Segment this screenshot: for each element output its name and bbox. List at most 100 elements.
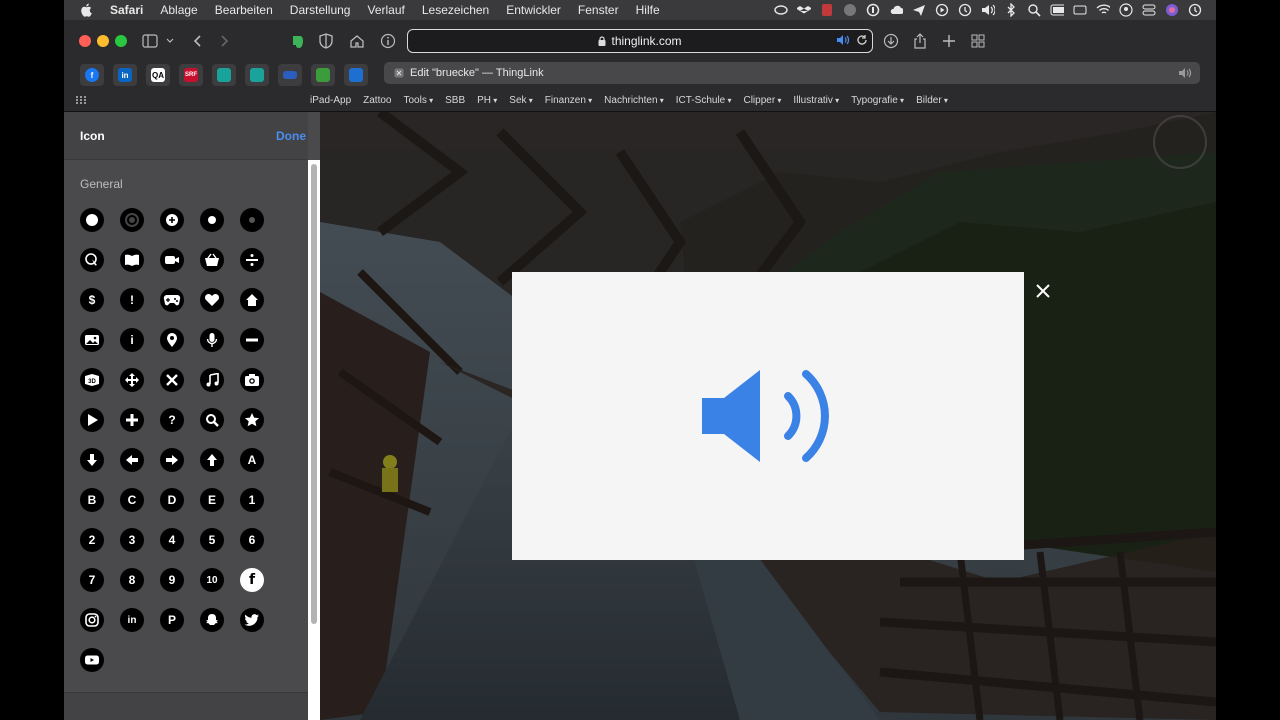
fav-facebook[interactable]: f: [80, 64, 104, 86]
minimize-window-button[interactable]: [97, 35, 109, 47]
plane-icon[interactable]: [912, 3, 926, 17]
arrow-up-icon[interactable]: [200, 448, 224, 472]
info-icon[interactable]: i: [120, 328, 144, 352]
chevron-down-icon[interactable]: [161, 32, 179, 50]
one-password-icon[interactable]: [866, 3, 880, 17]
fav-linkedin[interactable]: in: [113, 64, 137, 86]
twitter-icon[interactable]: [240, 608, 264, 632]
evernote-icon[interactable]: [288, 32, 306, 50]
book-icon[interactable]: [120, 248, 144, 272]
bookmark-nachrichten[interactable]: Nachrichten: [604, 95, 664, 106]
tab-audio-icon[interactable]: [836, 34, 850, 49]
reload-icon[interactable]: [856, 34, 868, 49]
tab-overview-icon[interactable]: [969, 32, 987, 50]
new-tab-icon[interactable]: [940, 32, 958, 50]
video-icon[interactable]: [160, 248, 184, 272]
number-1-icon[interactable]: 1: [240, 488, 264, 512]
back-icon[interactable]: [188, 32, 206, 50]
time-machine-icon[interactable]: [958, 3, 972, 17]
bookmark-sek[interactable]: Sek: [509, 95, 532, 106]
sidebar-toggle-icon[interactable]: [141, 32, 159, 50]
fav-teal-2[interactable]: [245, 64, 269, 86]
scrollbar-thumb[interactable]: [311, 164, 317, 624]
bookmark-finanzen[interactable]: Finanzen: [545, 95, 592, 106]
number-6-icon[interactable]: 6: [240, 528, 264, 552]
tab-speaker-icon[interactable]: [1178, 67, 1192, 82]
bookmark-illustrativ[interactable]: Illustrativ: [793, 95, 839, 106]
letter-c-icon[interactable]: C: [120, 488, 144, 512]
address-bar[interactable]: thinglink.com: [407, 29, 873, 53]
notification-icon[interactable]: [1188, 3, 1202, 17]
dollar-icon[interactable]: $: [80, 288, 104, 312]
search-icon[interactable]: [200, 408, 224, 432]
siri-icon[interactable]: [1165, 3, 1179, 17]
bookmark-tools[interactable]: Tools: [404, 95, 434, 106]
pinterest-icon[interactable]: P: [160, 608, 184, 632]
dot-ring-icon[interactable]: [120, 208, 144, 232]
done-button[interactable]: Done: [276, 129, 306, 143]
fav-qa[interactable]: QA: [146, 64, 170, 86]
bookmark-bilder[interactable]: Bilder: [916, 95, 948, 106]
menu-entwickler[interactable]: Entwickler: [506, 3, 561, 17]
tab-close-icon[interactable]: [394, 68, 404, 78]
play-icon[interactable]: [80, 408, 104, 432]
panel-scrollbar[interactable]: [308, 160, 320, 720]
dot-tiny-icon[interactable]: [240, 208, 264, 232]
wifi-icon[interactable]: [1096, 3, 1110, 17]
plus-circle-icon[interactable]: [160, 208, 184, 232]
home-icon[interactable]: [348, 32, 366, 50]
forward-icon[interactable]: [216, 32, 234, 50]
fav-green[interactable]: [311, 64, 335, 86]
number-2-icon[interactable]: 2: [80, 528, 104, 552]
zoom-window-button[interactable]: [115, 35, 127, 47]
close-window-button[interactable]: [79, 35, 91, 47]
youtube-icon[interactable]: [80, 648, 104, 672]
menu-bearbeiten[interactable]: Bearbeiten: [215, 3, 273, 17]
dropbox-icon[interactable]: [797, 3, 811, 17]
close-icon[interactable]: [160, 368, 184, 392]
bookmark-ict-schule[interactable]: ICT-Schule: [676, 95, 732, 106]
number-10-icon[interactable]: 10: [200, 568, 224, 592]
shield-icon[interactable]: [317, 32, 335, 50]
arrow-left-icon[interactable]: [120, 448, 144, 472]
user-icon[interactable]: [1119, 3, 1133, 17]
fav-outlook[interactable]: [344, 64, 368, 86]
number-5-icon[interactable]: 5: [200, 528, 224, 552]
dot-filled-icon[interactable]: [80, 208, 104, 232]
bookmark-zattoo[interactable]: Zattoo: [363, 95, 391, 106]
move-icon[interactable]: [120, 368, 144, 392]
image-icon[interactable]: [80, 328, 104, 352]
arrow-right-icon[interactable]: [160, 448, 184, 472]
dot-small-icon[interactable]: [200, 208, 224, 232]
share-icon[interactable]: [911, 32, 929, 50]
location-pin-icon[interactable]: [160, 328, 184, 352]
apple-icon[interactable]: [80, 3, 94, 17]
menu-darstellung[interactable]: Darstellung: [290, 3, 351, 17]
divide-icon[interactable]: [240, 248, 264, 272]
basket-icon[interactable]: [200, 248, 224, 272]
heart-icon[interactable]: [200, 288, 224, 312]
home-icon[interactable]: [240, 288, 264, 312]
creative-cloud-icon[interactable]: [774, 3, 788, 17]
number-8-icon[interactable]: 8: [120, 568, 144, 592]
info-icon[interactable]: [379, 32, 397, 50]
menu-ablage[interactable]: Ablage: [160, 3, 197, 17]
red-app-icon[interactable]: [820, 3, 834, 17]
active-tab[interactable]: Edit "bruecke" — ThingLink: [384, 62, 1200, 84]
number-9-icon[interactable]: 9: [160, 568, 184, 592]
exclamation-icon[interactable]: !: [120, 288, 144, 312]
apps-grid-icon[interactable]: [76, 96, 86, 107]
tap-icon[interactable]: [80, 248, 104, 272]
play-circle-icon[interactable]: [935, 3, 949, 17]
bookmark-typografie[interactable]: Typografie: [851, 95, 904, 106]
menu-lesezeichen[interactable]: Lesezeichen: [422, 3, 489, 17]
download-icon[interactable]: [882, 32, 900, 50]
bookmark-clipper[interactable]: Clipper: [743, 95, 781, 106]
instagram-icon[interactable]: [80, 608, 104, 632]
music-icon[interactable]: [200, 368, 224, 392]
fav-teal-1[interactable]: [212, 64, 236, 86]
letter-b-icon[interactable]: B: [80, 488, 104, 512]
menu-safari[interactable]: Safari: [110, 3, 143, 17]
letter-a-icon[interactable]: A: [240, 448, 264, 472]
gray-circle-icon[interactable]: [843, 3, 857, 17]
